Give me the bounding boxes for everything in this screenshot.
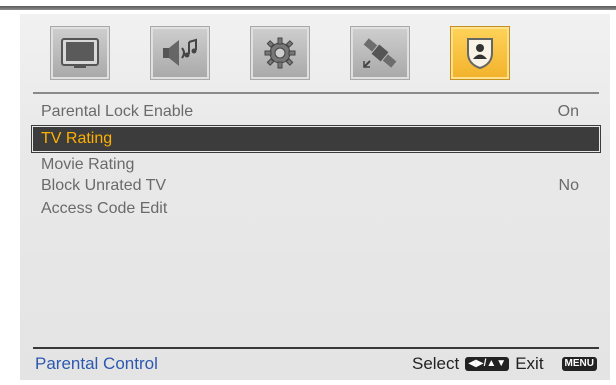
satellite-icon [363,38,397,68]
top-border [0,6,616,10]
footer-hints: Select ◀▶/▲▼ Exit MENU [412,354,597,374]
tab-parental[interactable] [450,26,510,80]
footer-divider [33,347,599,349]
menu-item-label: Access Code Edit [41,200,168,217]
menu-key-icon: MENU [561,357,597,371]
page-title: Parental Control [35,354,158,373]
menu-item-block-unrated-tv[interactable]: Block Unrated TV No [33,174,599,198]
menu-top-divider [33,92,599,94]
menu-item-access-code-edit[interactable]: Access Code Edit [33,197,599,221]
menu-item-label: Parental Lock Enable [41,103,194,120]
tv-picture-icon [61,38,99,68]
menu-item-tv-rating[interactable]: TV Rating [33,127,599,151]
select-hint-label: Select [411,354,460,373]
navigate-keys-icon: ◀▶/▲▼ [465,357,510,371]
menu-item-parental-lock-enable[interactable]: Parental Lock Enable On [33,100,599,124]
menu-item-value: No [558,177,579,194]
tab-settings[interactable] [250,26,310,80]
tab-channel[interactable] [350,26,410,80]
menu-footer: Parental Control Select ◀▶/▲▼ Exit MENU [33,352,599,378]
menu-item-value: On [557,103,579,120]
exit-hint-label: Exit [515,354,544,373]
menu-item-label: Block Unrated TV [41,177,167,194]
parental-lock-icon [467,38,493,70]
sound-icon [163,38,197,66]
gear-icon [264,37,296,69]
tab-sound[interactable] [150,26,210,80]
menu-item-label: TV Rating [41,130,113,147]
tab-picture[interactable] [50,26,110,80]
